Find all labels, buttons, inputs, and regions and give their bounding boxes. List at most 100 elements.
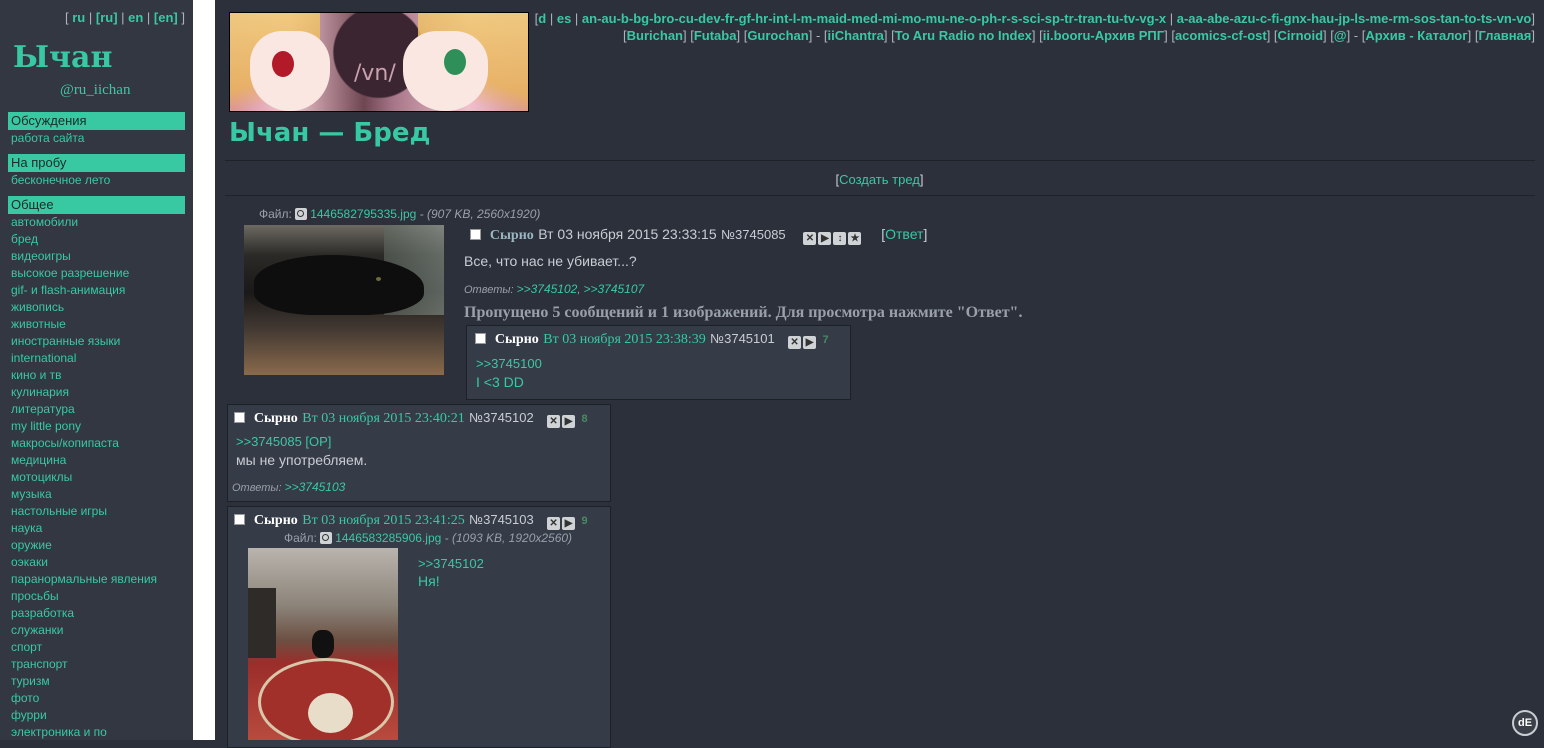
reply-number[interactable]: №3745101: [710, 331, 775, 346]
menu-item[interactable]: медицина: [8, 452, 185, 469]
reply-header: Сырно Вт 03 ноября 2015 23:38:39 №374510…: [475, 330, 829, 349]
menu-item[interactable]: настольные игры: [8, 503, 185, 520]
reply-file-link[interactable]: 1446583285906.jpg: [335, 531, 441, 545]
divider-top: [225, 160, 1535, 161]
op-number[interactable]: №3745085: [721, 227, 786, 242]
menu-item[interactable]: international: [8, 350, 185, 367]
zoom-icon[interactable]: [295, 208, 308, 220]
menu-item[interactable]: служанки: [8, 622, 185, 639]
menu-item[interactable]: иностранные языки: [8, 333, 185, 350]
reply-select-checkbox[interactable]: [475, 333, 486, 344]
menu-item[interactable]: животные: [8, 316, 185, 333]
nav-at[interactable]: @: [1334, 28, 1347, 43]
menu-item[interactable]: высокое разрешение: [8, 265, 185, 282]
play-icon[interactable]: ▶: [562, 517, 576, 530]
extension-icon[interactable]: dE: [1512, 710, 1538, 736]
op-answer-link[interactable]: >>3745102: [517, 282, 578, 296]
play-icon[interactable]: ▶: [562, 415, 576, 428]
menu-item[interactable]: электроника и по: [8, 724, 185, 741]
frame-divider[interactable]: [193, 0, 215, 740]
board-banner: /vn/: [229, 12, 529, 112]
menu-section-header[interactable]: Общее: [8, 196, 185, 214]
board-menu: Обсуждения работа сайта На пробу бесконечно…: [8, 112, 185, 748]
menu-item[interactable]: музыка: [8, 486, 185, 503]
menu-item[interactable]: gif- и flash-анимация: [8, 282, 185, 299]
menu-item[interactable]: макросы/копипаста: [8, 435, 185, 452]
reply-quote-link[interactable]: >>3745100: [476, 356, 542, 371]
reply-quote-link[interactable]: >>3745102: [418, 556, 484, 571]
hide-icon[interactable]: ✕: [547, 517, 561, 530]
nav-burichan[interactable]: Burichan: [627, 28, 683, 43]
menu-item[interactable]: спорт: [8, 639, 185, 656]
menu-item[interactable]: кино и тв: [8, 367, 185, 384]
menu-section-header[interactable]: На пробу: [8, 154, 185, 172]
nav-group-anime[interactable]: a-aa-abe-azu-c-fi-gnx-hau-jp-ls-me-rm-so…: [1177, 11, 1532, 26]
lang-ru-frame[interactable]: [ru]: [96, 10, 118, 25]
op-thumbnail[interactable]: [244, 225, 444, 375]
menu-item[interactable]: литература: [8, 401, 185, 418]
nav-iichantra[interactable]: iiChantra: [828, 28, 884, 43]
op-file-link[interactable]: 1446582795335.jpg: [310, 207, 416, 221]
nav-iibooru[interactable]: ii.booru-Архив РПГ: [1043, 28, 1164, 43]
op-select-checkbox[interactable]: [470, 229, 481, 240]
menu-item[interactable]: фото: [8, 690, 185, 707]
reply-number[interactable]: №3745102: [469, 410, 534, 425]
op-reply-link[interactable]: Ответ: [885, 226, 923, 242]
zoom-icon[interactable]: [320, 532, 333, 544]
menu-item[interactable]: транспорт: [8, 656, 185, 673]
reply-answer-link[interactable]: >>3745103: [285, 480, 346, 494]
nav-group-es[interactable]: es: [557, 11, 571, 26]
nav-gurochan[interactable]: Gurochan: [747, 28, 808, 43]
menu-item[interactable]: паранормальные явления: [8, 571, 185, 588]
op-answer-link[interactable]: >>3745107: [583, 282, 644, 296]
reply-thumbnail[interactable]: [248, 548, 398, 740]
lang-en-frame[interactable]: [en]: [154, 10, 178, 25]
nav-group-main[interactable]: an-au-b-bg-bro-cu-dev-fr-gf-hr-int-l-m-m…: [582, 11, 1166, 26]
hide-icon[interactable]: ✕: [788, 336, 802, 349]
menu-item[interactable]: оэкаки: [8, 554, 185, 571]
play-icon[interactable]: ▶: [818, 232, 832, 245]
hide-icon[interactable]: ✕: [547, 415, 561, 428]
expand-icon[interactable]: ↕: [833, 232, 847, 245]
menu-item[interactable]: разработка: [8, 605, 185, 622]
reply-quote-link[interactable]: >>3745085 [OP]: [236, 434, 331, 449]
op-header: Сырно Вт 03 ноября 2015 23:33:15 №374508…: [470, 226, 927, 245]
reply-number[interactable]: №3745103: [469, 512, 534, 527]
nav-cirnoid[interactable]: Cirnoid: [1278, 28, 1324, 43]
banner-face-right: [403, 31, 488, 111]
menu-item[interactable]: живопись: [8, 299, 185, 316]
menu-item[interactable]: работа сайта: [8, 130, 185, 147]
reply-date: Вт 03 ноября 2015 23:38:39: [543, 332, 706, 347]
lang-en[interactable]: en: [128, 10, 143, 25]
menu-item[interactable]: my little pony: [8, 418, 185, 435]
play-icon[interactable]: ▶: [803, 336, 817, 349]
menu-item[interactable]: мотоциклы: [8, 469, 185, 486]
reply-select-checkbox[interactable]: [234, 412, 245, 423]
menu-item[interactable]: наука: [8, 520, 185, 537]
menu-item[interactable]: кулинария: [8, 384, 185, 401]
menu-item[interactable]: оружие: [8, 537, 185, 554]
reply-select-checkbox[interactable]: [234, 514, 245, 525]
reply-text: мы не употребляем.: [236, 452, 368, 468]
menu-item[interactable]: бред: [8, 231, 185, 248]
star-icon[interactable]: ★: [848, 232, 862, 245]
menu-item[interactable]: фурри: [8, 707, 185, 724]
create-thread-link[interactable]: Создать тред: [839, 172, 920, 187]
nav-radio[interactable]: To Aru Radio no Index: [895, 28, 1032, 43]
hide-icon[interactable]: ✕: [803, 232, 817, 245]
menu-section-header[interactable]: Обсуждения: [8, 112, 185, 130]
site-handle[interactable]: @ru_iichan: [60, 82, 130, 99]
nav-archive-catalog[interactable]: Архив - Каталог: [1365, 28, 1467, 43]
menu-item[interactable]: просьбы: [8, 588, 185, 605]
lang-ru[interactable]: ru: [72, 10, 85, 25]
menu-item[interactable]: туризм: [8, 673, 185, 690]
reply-post: Сырно Вт 03 ноября 2015 23:38:39 №374510…: [466, 325, 851, 400]
nav-futaba[interactable]: Futaba: [694, 28, 737, 43]
menu-item[interactable]: автомобили: [8, 214, 185, 231]
op-answers: Ответы: >>3745102, >>3745107: [464, 282, 645, 296]
op-poster: Сырно: [489, 228, 534, 243]
nav-home[interactable]: Главная: [1479, 28, 1532, 43]
nav-acomics[interactable]: acomics-cf-ost: [1175, 28, 1267, 43]
menu-item[interactable]: видеоигры: [8, 248, 185, 265]
site-title[interactable]: Ычан: [13, 40, 112, 75]
